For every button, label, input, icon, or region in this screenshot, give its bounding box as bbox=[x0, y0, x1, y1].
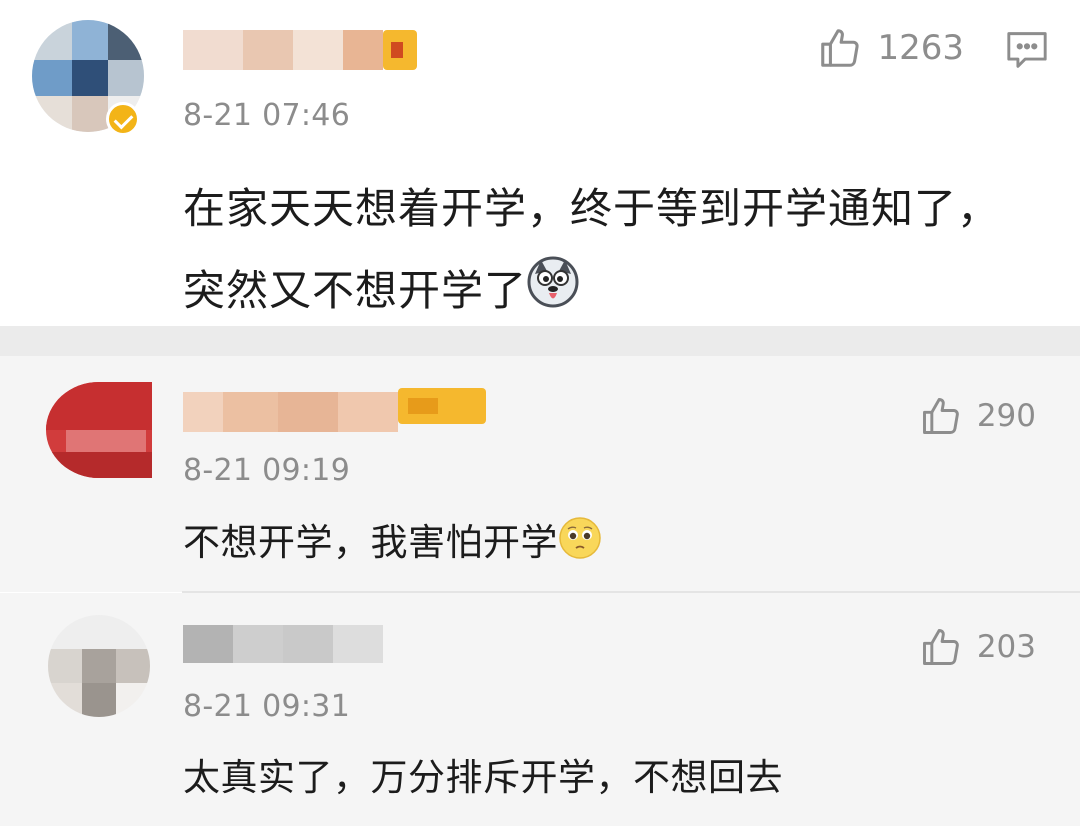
like-count: 1263 bbox=[877, 28, 964, 68]
comment-text: 不想开学，我害怕开学 bbox=[183, 516, 602, 573]
username[interactable] bbox=[183, 625, 383, 663]
comment-time: 8-21 07:46 bbox=[183, 98, 351, 133]
comment-time: 8-21 09:19 bbox=[183, 453, 351, 488]
vip-badge-icon bbox=[383, 30, 417, 70]
thumbs-up-icon bbox=[922, 629, 959, 665]
reply-comment-card: 290 8-21 09:19 不想开学，我害怕开学 bbox=[0, 356, 1080, 592]
comment-text-content: 不想开学，我害怕开学 bbox=[183, 521, 558, 564]
like-count: 290 bbox=[976, 398, 1036, 434]
avatar[interactable] bbox=[46, 382, 152, 478]
like-button[interactable]: 1263 bbox=[817, 25, 964, 71]
comment-text: 在家天天想着开学，终于等到开学通知了，突然又不想开学了 bbox=[183, 168, 1033, 335]
comment-text-content: 在家天天想着开学，终于等到开学通知了，突然又不想开学了 bbox=[183, 184, 1001, 315]
username[interactable] bbox=[183, 392, 398, 432]
comment-text: 太真实了，万分排斥开学，不想回去 bbox=[183, 756, 783, 799]
like-count: 203 bbox=[976, 629, 1036, 665]
thumbs-up-icon bbox=[821, 29, 860, 67]
pleading-face-emoji bbox=[558, 516, 602, 573]
husky-dog-emoji bbox=[527, 253, 579, 335]
comment-time: 8-21 09:31 bbox=[183, 689, 351, 724]
vip-badge-icon bbox=[398, 388, 486, 424]
username[interactable] bbox=[183, 30, 383, 70]
section-divider bbox=[0, 326, 1080, 356]
comment-card: 1263 8-21 07:46 在家天天想着开学，终于等到开学通知了，突然又不想… bbox=[0, 0, 1080, 326]
verified-badge-icon bbox=[106, 102, 140, 136]
avatar[interactable] bbox=[48, 615, 150, 717]
reply-comment-card: 203 8-21 09:31 太真实了，万分排斥开学，不想回去 bbox=[0, 593, 1080, 826]
like-button[interactable]: 203 bbox=[919, 625, 1036, 669]
comment-bubble-icon[interactable] bbox=[1005, 30, 1049, 74]
thumbs-up-icon bbox=[922, 398, 959, 434]
like-button[interactable]: 290 bbox=[919, 394, 1036, 438]
